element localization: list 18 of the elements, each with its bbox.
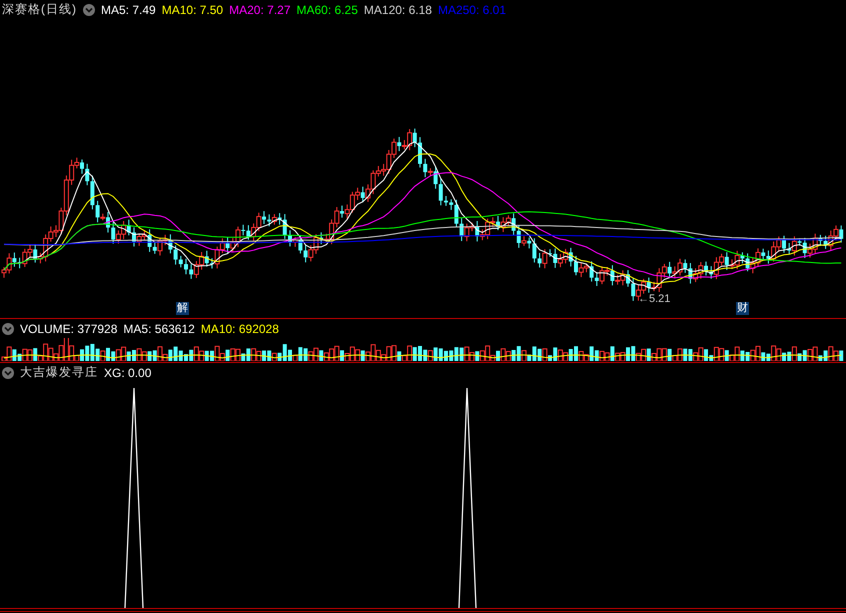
chart-title: 深赛格(日线) [2, 1, 77, 18]
legend-value: MA250: 6.01 [438, 2, 506, 16]
collapse-icon[interactable] [2, 322, 14, 334]
legend-value: MA5: 563612 [123, 322, 195, 336]
legend-value: MA20: 7.27 [229, 2, 290, 16]
indicator-title: 大吉爆发寻庄 [20, 364, 98, 381]
legend-value: MA60: 6.25 [296, 2, 358, 16]
low-price-label: ←5.21 [638, 293, 670, 305]
legend-value: MA5: 7.49 [101, 2, 156, 16]
collapse-icon[interactable] [2, 366, 14, 378]
legend-value: MA10: 7.50 [162, 2, 224, 16]
legend-value: VOLUME: 377928 [20, 322, 118, 336]
legend-value: MA120: 6.18 [364, 2, 432, 16]
legend-value: MA10: 692028 [200, 322, 279, 336]
event-marker[interactable]: 财 [736, 302, 749, 315]
collapse-icon[interactable] [83, 4, 95, 16]
legend-value: XG: 0.00 [104, 366, 152, 380]
event-marker[interactable]: 解 [176, 302, 189, 315]
